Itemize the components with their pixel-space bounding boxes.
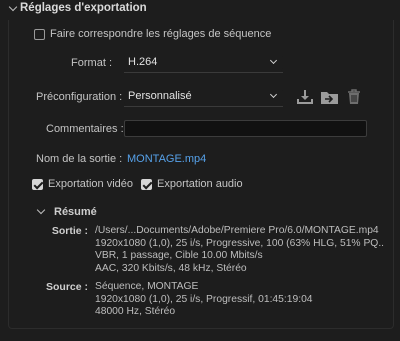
summary-output-line: 1920x1080 (1,0), 25 i/s, Progressive, 10… <box>95 237 385 249</box>
format-underline <box>124 72 283 73</box>
summary-output-line: /Users/...Documents/Adobe/Premiere Pro/6… <box>95 225 379 236</box>
format-label: Format : <box>71 57 112 69</box>
comments-label: Commentaires : <box>46 123 124 135</box>
summary-output-key: Sortie : <box>51 225 88 237</box>
chevron-down-icon[interactable] <box>8 2 18 12</box>
format-select[interactable]: H.264 <box>124 54 283 71</box>
chevron-down-icon <box>269 56 278 65</box>
export-audio-label: Exportation audio <box>157 178 243 190</box>
summary-output-line: VBR, 1 passage, Cible 10.00 Mbits/s <box>95 250 263 261</box>
summary-output-line: AAC, 320 Kbits/s, 48 kHz, Stéréo <box>95 262 247 274</box>
preset-value: Personnalisé <box>128 90 192 102</box>
export-settings-header[interactable]: Réglages d'exportation <box>0 0 400 18</box>
export-video-checkbox[interactable] <box>32 179 43 190</box>
delete-preset-icon[interactable] <box>347 89 361 105</box>
chevron-down-icon <box>269 90 278 99</box>
export-audio-checkbox[interactable] <box>141 179 152 190</box>
match-sequence-label: Faire correspondre les réglages de séque… <box>50 28 272 40</box>
summary-source-line: 48000 Hz, Stéréo <box>95 306 176 317</box>
import-preset-icon[interactable] <box>320 89 339 105</box>
section-title: Réglages d'exportation <box>20 2 147 14</box>
export-video-label: Exportation vidéo <box>48 178 133 190</box>
summary-source-line: Séquence, MONTAGE <box>95 281 199 292</box>
summary-source-line: 1920x1080 (1,0), 25 i/s, Progressif, 01:… <box>95 293 313 305</box>
summary-title: Résumé <box>54 206 97 218</box>
preset-select[interactable]: Personnalisé <box>124 88 283 105</box>
format-value: H.264 <box>128 56 158 68</box>
output-name-link[interactable]: MONTAGE.mp4 <box>127 153 206 165</box>
match-sequence-checkbox[interactable] <box>34 29 45 40</box>
summary-source-block: Séquence, MONTAGE 1920x1080 (1,0), 25 i/… <box>95 281 313 319</box>
comments-input[interactable] <box>124 120 367 137</box>
preset-underline <box>124 106 283 107</box>
save-preset-icon[interactable] <box>296 89 314 105</box>
output-name-label: Nom de la sortie : <box>36 153 123 165</box>
summary-output-block: /Users/...Documents/Adobe/Premiere Pro/6… <box>95 225 384 275</box>
preset-label: Préconfiguration : <box>36 91 123 103</box>
summary-source-key: Source : <box>45 281 88 293</box>
